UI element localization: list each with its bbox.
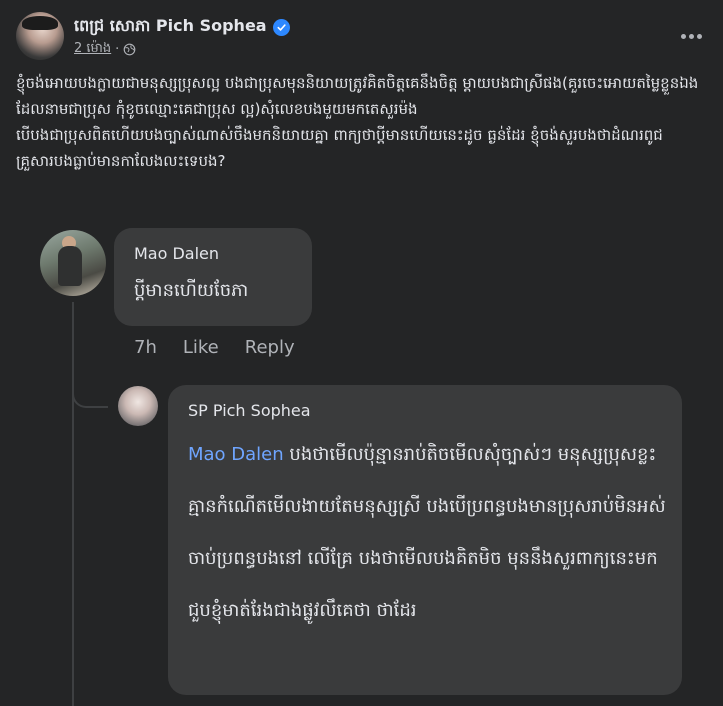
thread-line xyxy=(72,302,74,706)
more-options-icon[interactable] xyxy=(677,26,705,46)
post-meta: 2 ម៉ោង · xyxy=(74,40,136,59)
author-avatar[interactable] xyxy=(16,12,64,60)
avatar-body-shape xyxy=(58,246,82,286)
author-name[interactable]: ពេជ្រ សោភា Pich Sophea xyxy=(74,15,267,39)
reply-avatar[interactable] xyxy=(118,386,158,426)
verified-badge-icon xyxy=(272,18,290,36)
thread-branch xyxy=(72,370,108,408)
commenter-avatar[interactable] xyxy=(40,230,106,296)
comment-timestamp[interactable]: 7h xyxy=(134,337,157,358)
commenter-name[interactable]: Mao Dalen xyxy=(134,244,219,263)
reply-button[interactable]: Reply xyxy=(245,337,295,358)
avatar-hat-shape xyxy=(22,16,58,30)
meta-separator: · xyxy=(115,42,120,57)
comment-actions: 7h Like Reply xyxy=(134,337,295,358)
reply-bubble: SP Pich Sophea Mao Dalen បងថាមើលប៉ុន្មាន… xyxy=(168,385,682,695)
comment-text: ប្តីមានហើយចែភា xyxy=(134,280,249,301)
post-header: ពេជ្រ សោភា Pich Sophea 2 ម៉ោង · xyxy=(16,12,707,64)
post-text: ខ្ញុំចង់អោយបងក្លាយជាមនុស្សប្រុសល្អ បងជាប… xyxy=(16,74,699,170)
reply-text: បងថាមើលប៉ុន្មានរាប់តិចមើលសុំច្បាស់ៗ មនុស… xyxy=(188,444,666,621)
globe-icon xyxy=(123,43,136,56)
post-timestamp[interactable]: 2 ម៉ោង xyxy=(74,40,111,59)
reply-author-name[interactable]: SP Pich Sophea xyxy=(188,401,311,420)
comment-bubble: Mao Dalen ប្តីមានហើយចែភា xyxy=(114,228,312,326)
facebook-post-card: ពេជ្រ សោភា Pich Sophea 2 ម៉ោង · ខ្ញុំចង់… xyxy=(0,0,723,706)
reply-body: Mao Dalen បងថាមើលប៉ុន្មានរាប់តិចមើលសុំច្… xyxy=(188,429,668,637)
author-row: ពេជ្រ សោភា Pich Sophea xyxy=(74,15,290,39)
like-button[interactable]: Like xyxy=(183,337,219,358)
mention-link[interactable]: Mao Dalen xyxy=(188,444,284,465)
